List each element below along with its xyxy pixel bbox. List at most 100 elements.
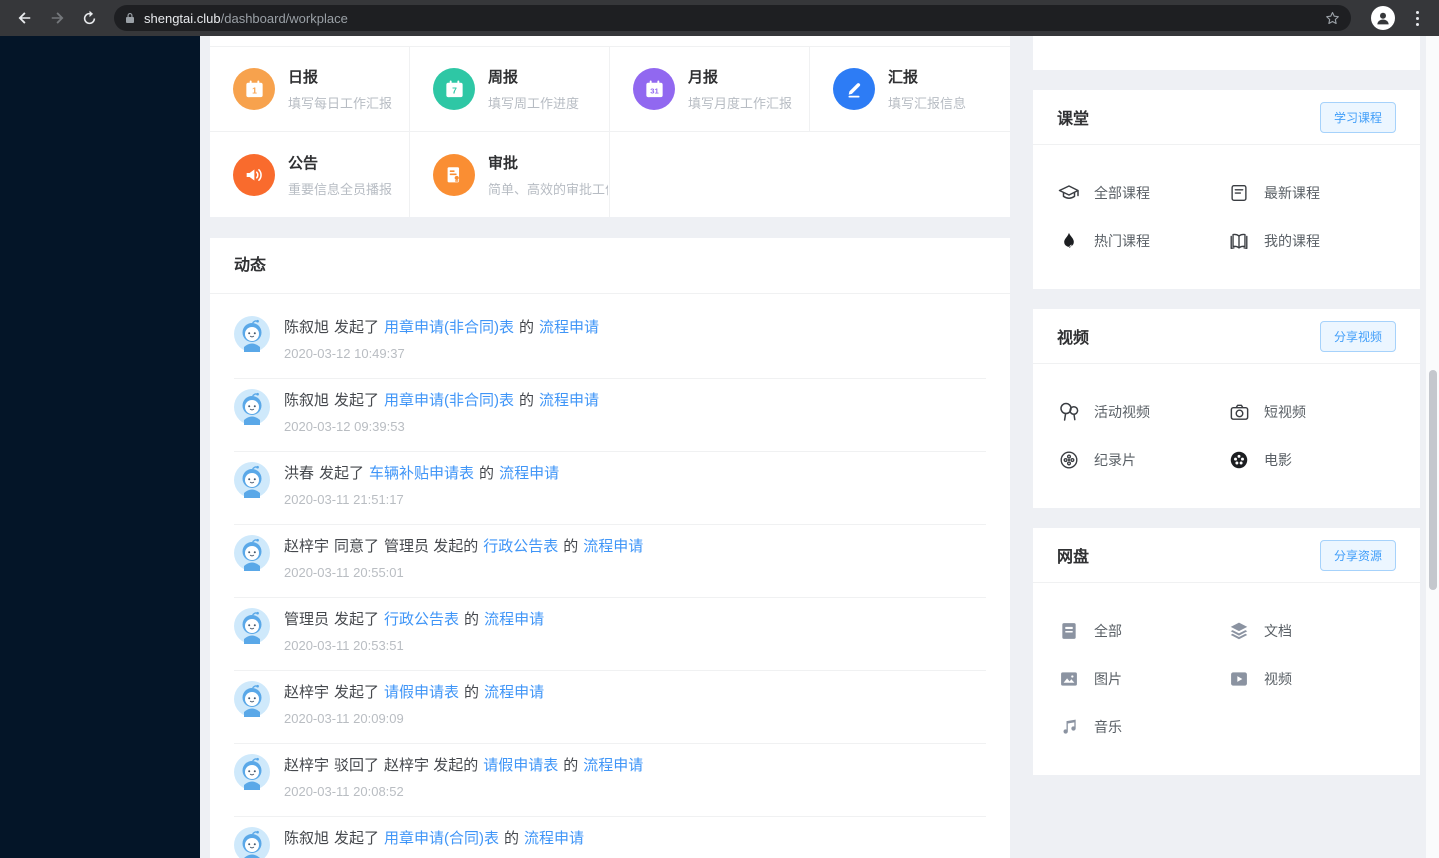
- classroom-item-newest-courses[interactable]: 最新课程: [1227, 169, 1397, 217]
- feed-verb: 发起了: [334, 392, 380, 409]
- browser-menu-button[interactable]: [1407, 6, 1427, 30]
- back-arrow-icon: [18, 12, 31, 24]
- share-resources-button[interactable]: 分享资源: [1319, 539, 1396, 571]
- flow-link[interactable]: 流程申请: [583, 535, 643, 556]
- graduation-cap-icon: [1057, 181, 1081, 205]
- feed-title: 动态: [210, 238, 1010, 294]
- quick-action-daily-report[interactable]: 1 日报 填写每日工作汇报: [210, 47, 410, 131]
- forward-button[interactable]: [42, 3, 72, 33]
- panel-item-label: 文档: [1264, 623, 1292, 639]
- form-link[interactable]: 请假申请表: [483, 754, 558, 775]
- quick-action-approval[interactable]: 审批 简单、高效的审批工作: [410, 132, 610, 217]
- panel-title: 视频: [1057, 330, 1090, 347]
- scrollbar-track[interactable]: [1426, 36, 1439, 858]
- panel-item-label: 最新课程: [1264, 185, 1320, 201]
- open-book-icon: [1227, 230, 1251, 252]
- form-link[interactable]: 车辆补贴申请表: [369, 462, 474, 483]
- netdisk-item-music[interactable]: 音乐: [1057, 703, 1227, 751]
- classroom-item-all-courses[interactable]: 全部课程: [1057, 169, 1227, 217]
- scrollbar-thumb[interactable]: [1429, 370, 1437, 590]
- flow-link[interactable]: 流程申请: [539, 389, 599, 410]
- flow-link[interactable]: 流程申请: [524, 827, 584, 848]
- left-sidebar: [0, 36, 200, 858]
- quick-action-monthly-report[interactable]: 31 月报 填写月度工作汇报: [610, 47, 810, 131]
- flow-link[interactable]: 流程申请: [484, 681, 544, 702]
- form-link[interactable]: 请假申请表: [384, 681, 459, 702]
- quick-action-weekly-report[interactable]: 7 周报 填写周工作进度: [410, 47, 610, 131]
- back-button[interactable]: [10, 3, 40, 33]
- feed-timestamp: 2020-03-11 21:51:17: [284, 492, 404, 507]
- browser-profile-button[interactable]: [1371, 6, 1395, 30]
- quick-action-title: 日报: [288, 69, 319, 86]
- feed-of: 的: [464, 684, 480, 701]
- feed-timestamp: 2020-03-11 20:08:52: [284, 784, 404, 799]
- video-item-activity-videos[interactable]: 活动视频: [1057, 388, 1227, 436]
- feed-user: 洪春: [284, 465, 315, 482]
- activity-feed-card: 动态 陈叙旭 发起了 用章申请(非合同)表 的 流程申请 2020-03-12 …: [210, 238, 1010, 858]
- classroom-item-hot-courses[interactable]: 热门课程: [1057, 217, 1227, 265]
- film-reel-filled-icon: [1227, 449, 1251, 471]
- balloons-icon: [1057, 400, 1081, 424]
- feed-timestamp: 2020-03-11 20:09:09: [284, 711, 404, 726]
- feed-verb: 发起了: [334, 684, 380, 701]
- feed-user: 赵梓宇: [284, 538, 330, 555]
- share-video-button[interactable]: 分享视频: [1319, 320, 1396, 352]
- flow-link[interactable]: 流程申请: [484, 608, 544, 629]
- form-link[interactable]: 行政公告表: [384, 608, 459, 629]
- panel-item-label: 视频: [1264, 671, 1292, 687]
- form-link[interactable]: 行政公告表: [483, 535, 558, 556]
- form-link[interactable]: 用章申请(非合同)表: [384, 316, 514, 337]
- netdisk-item-docs[interactable]: 文档: [1227, 607, 1397, 655]
- video-item-short-videos[interactable]: 短视频: [1227, 388, 1397, 436]
- feed-item: 洪春 发起了 车辆补贴申请表 的 流程申请 2020-03-11 21:51:1…: [210, 452, 1010, 525]
- panel-item-label: 我的课程: [1264, 233, 1320, 249]
- flow-link[interactable]: 流程申请: [539, 316, 599, 337]
- quick-action-announcement[interactable]: 公告 重要信息全员播报: [210, 132, 410, 217]
- reload-button[interactable]: [74, 3, 104, 33]
- feed-item: 陈叙旭 发起了 用章申请(非合同)表 的 流程申请 2020-03-12 10:…: [210, 306, 1010, 379]
- feed-timestamp: 2020-03-11 20:53:51: [284, 638, 404, 653]
- main-content: 1 日报 填写每日工作汇报 7 周报 填写周工作进度 31 月报 填写月度工作汇…: [200, 36, 1439, 858]
- classroom-item-my-courses[interactable]: 我的课程: [1227, 217, 1397, 265]
- flow-link[interactable]: 流程申请: [583, 754, 643, 775]
- netdisk-item-all[interactable]: 全部: [1057, 607, 1227, 655]
- film-reel-outline-icon: [1057, 449, 1081, 471]
- feed-of: 的: [563, 757, 579, 774]
- lock-icon: [126, 13, 134, 23]
- url-domain: shengtai.club: [144, 10, 221, 26]
- video-panel: 视频 分享视频 活动视频 短视频 纪录片 电影: [1033, 309, 1420, 508]
- weekly-calendar-icon: 7: [433, 68, 475, 110]
- feed-of: 的: [479, 465, 495, 482]
- form-link[interactable]: 用章申请(合同)表: [384, 827, 499, 848]
- study-courses-button[interactable]: 学习课程: [1319, 101, 1396, 133]
- url-path: /dashboard/workplace: [220, 10, 348, 26]
- feed-list: 陈叙旭 发起了 用章申请(非合同)表 的 流程申请 2020-03-12 10:…: [210, 294, 1010, 858]
- quick-action-report[interactable]: 汇报 填写汇报信息: [810, 47, 1010, 131]
- feed-user: 陈叙旭: [284, 319, 330, 336]
- svg-text:7: 7: [452, 85, 457, 95]
- video-item-documentaries[interactable]: 纪录片: [1057, 436, 1227, 484]
- star-icon: [1326, 11, 1339, 24]
- panel-item-label: 活动视频: [1094, 404, 1150, 420]
- quick-action-desc: 填写每日工作汇报: [288, 96, 393, 111]
- quick-action-desc: 填写周工作进度: [488, 96, 580, 111]
- feed-user: 赵梓宇: [284, 757, 330, 774]
- url-bar[interactable]: shengtai.club/dashboard/workplace: [114, 5, 1351, 31]
- quick-action-desc: 填写月度工作汇报: [688, 96, 793, 111]
- scrolled-card-remainder: [1033, 36, 1420, 70]
- user-avatar: [233, 680, 271, 718]
- netdisk-item-images[interactable]: 图片: [1057, 655, 1227, 703]
- flow-link[interactable]: 流程申请: [499, 462, 559, 483]
- quick-action-title: 月报: [688, 69, 719, 86]
- user-avatar: [233, 753, 271, 791]
- feed-item: 赵梓宇 发起了 请假申请表 的 流程申请 2020-03-11 20:09:09: [210, 671, 1010, 744]
- bookmark-star-button[interactable]: [1324, 10, 1341, 27]
- feed-item: 管理员 发起了 行政公告表 的 流程申请 2020-03-11 20:53:51: [210, 598, 1010, 671]
- form-link[interactable]: 用章申请(非合同)表: [384, 389, 514, 410]
- video-item-movies[interactable]: 电影: [1227, 436, 1397, 484]
- feed-verb: 发起了: [334, 611, 380, 628]
- document-icon: [1057, 620, 1081, 642]
- feed-of: 的: [519, 392, 535, 409]
- feed-item: 陈叙旭 发起了 用章申请(非合同)表 的 流程申请 2020-03-12 09:…: [210, 379, 1010, 452]
- netdisk-item-videos[interactable]: 视频: [1227, 655, 1397, 703]
